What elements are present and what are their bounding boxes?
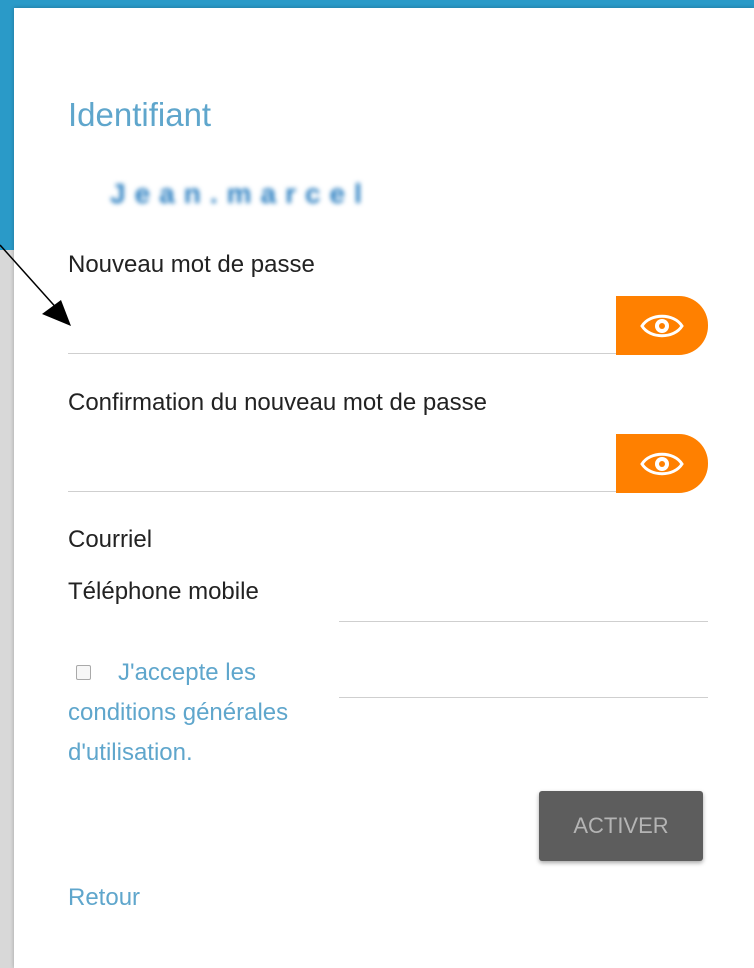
annotation-arrow <box>0 244 71 326</box>
